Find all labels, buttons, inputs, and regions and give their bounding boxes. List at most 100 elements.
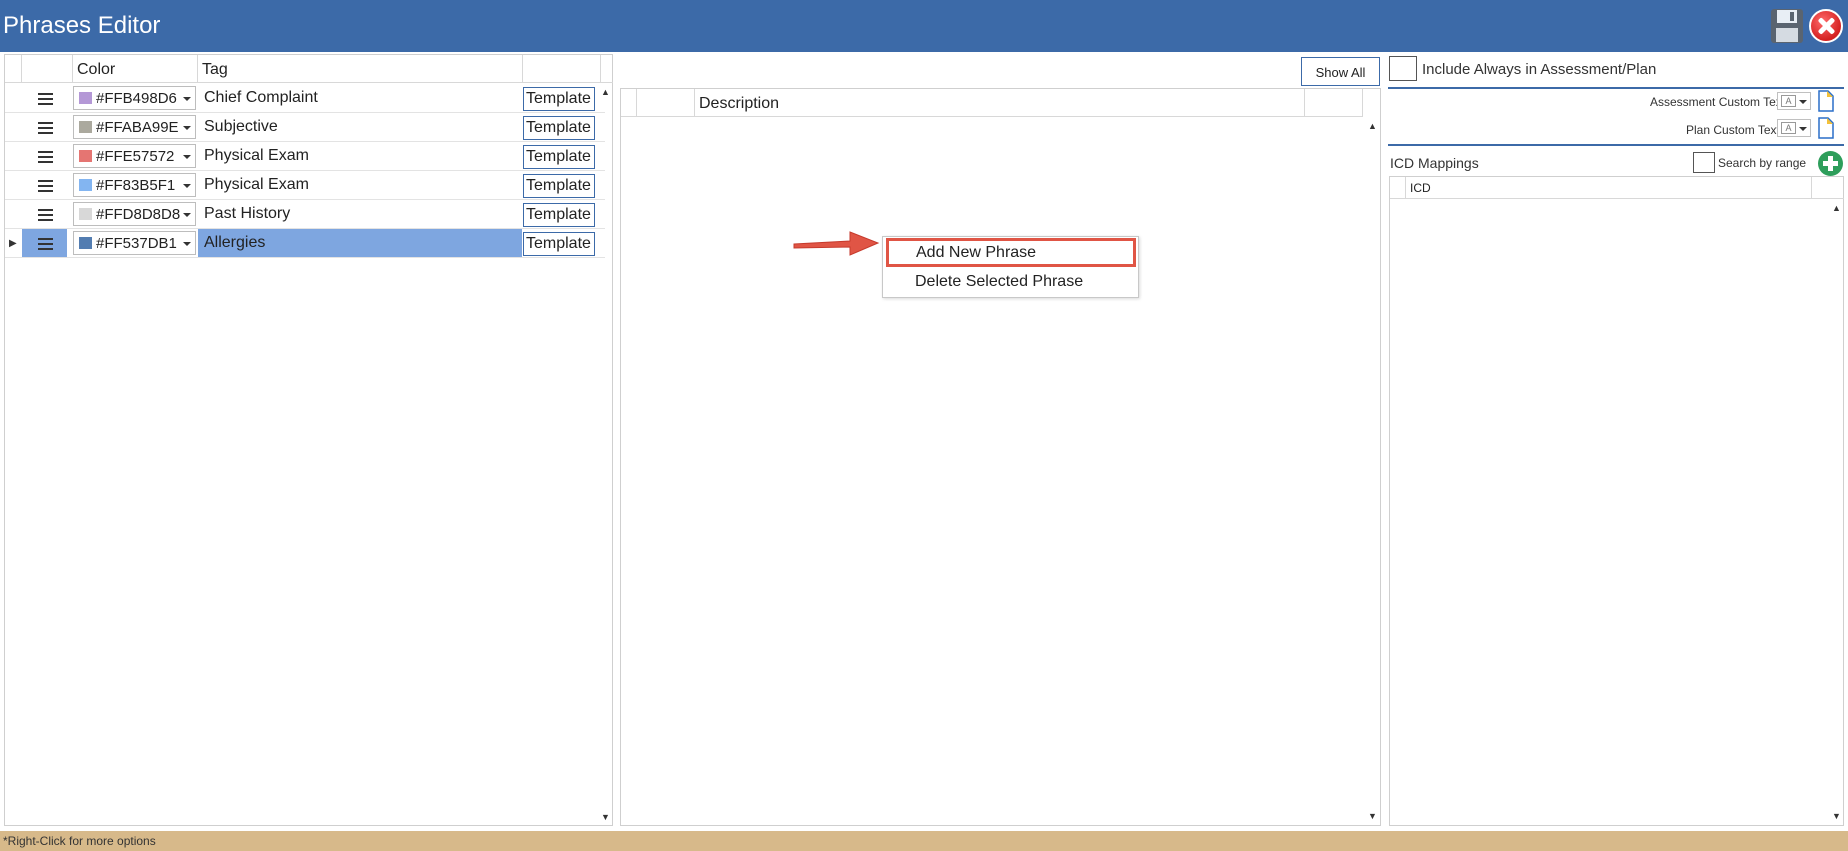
color-swatch <box>79 179 92 191</box>
drag-handle[interactable] <box>22 171 67 199</box>
tag-cell[interactable]: Physical Exam <box>198 142 522 170</box>
table-row[interactable]: #FFD8D8D8 Past History Template <box>5 200 605 229</box>
template-button[interactable]: Template <box>523 87 595 111</box>
scroll-down-icon[interactable]: ▼ <box>1832 811 1841 821</box>
template-button[interactable]: Template <box>523 116 595 140</box>
color-hex: #FFD8D8D8 <box>96 206 181 223</box>
scroll-down-icon[interactable]: ▼ <box>601 812 610 822</box>
tag-cell[interactable]: Chief Complaint <box>198 84 522 112</box>
assessment-custom-dropdown[interactable]: A <box>1777 92 1811 110</box>
color-swatch <box>79 121 92 133</box>
context-menu: Add New Phrase Delete Selected Phrase <box>882 236 1139 298</box>
color-swatch <box>79 237 92 249</box>
icd-column-header[interactable]: ICD <box>1406 177 1812 199</box>
status-bar: *Right-Click for more options <box>0 831 1848 851</box>
description-column-header[interactable]: Description <box>695 89 1305 117</box>
row-indicator-header <box>5 55 22 83</box>
handle-header <box>637 89 695 117</box>
delete-selected-phrase-menu-item[interactable]: Delete Selected Phrase <box>883 268 1138 296</box>
show-all-button[interactable]: Show All <box>1301 57 1380 86</box>
drag-handle[interactable] <box>22 229 67 257</box>
table-row[interactable]: ▶ #FF537DB1 Allergies Template <box>5 229 605 258</box>
color-hex: #FF537DB1 <box>96 235 177 252</box>
tag-cell[interactable]: Past History <box>198 200 522 228</box>
icd-grid: ICD ▲ ▼ <box>1389 176 1844 826</box>
scroll-down-icon[interactable]: ▼ <box>1368 811 1377 821</box>
chevron-down-icon <box>183 242 191 246</box>
plan-custom-dropdown[interactable]: A <box>1777 119 1811 137</box>
hamburger-icon <box>38 151 53 153</box>
close-icon[interactable] <box>1809 9 1843 43</box>
color-picker[interactable]: #FFB498D6 <box>73 86 196 110</box>
hamburger-icon <box>38 238 53 240</box>
chevron-down-icon <box>1799 127 1807 131</box>
chevron-down-icon <box>183 126 191 130</box>
drag-handle[interactable] <box>22 84 67 112</box>
scroll-up-icon[interactable]: ▲ <box>601 87 610 97</box>
template-button[interactable]: Template <box>523 203 595 227</box>
drag-handle[interactable] <box>22 113 67 141</box>
window-title: Phrases Editor <box>3 12 161 39</box>
divider <box>1388 87 1844 89</box>
color-picker[interactable]: #FF83B5F1 <box>73 173 196 197</box>
include-always-label: Include Always in Assessment/Plan <box>1422 61 1657 78</box>
row-indicator-header <box>621 89 637 117</box>
scroll-up-icon[interactable]: ▲ <box>1832 203 1841 213</box>
color-hex: #FFE57572 <box>96 148 175 165</box>
color-column-header[interactable]: Color <box>73 55 198 83</box>
template-column-header <box>523 55 601 83</box>
template-button[interactable]: Template <box>523 232 595 256</box>
scroll-up-icon[interactable]: ▲ <box>1368 121 1377 131</box>
tag-cell[interactable]: Subjective <box>198 113 522 141</box>
scroll-header <box>601 55 613 83</box>
chevron-down-icon <box>183 184 191 188</box>
icd-mappings-label: ICD Mappings <box>1390 155 1479 171</box>
hamburger-icon <box>38 93 53 95</box>
add-icon[interactable] <box>1818 151 1843 176</box>
save-icon[interactable] <box>1770 8 1804 44</box>
chevron-down-icon <box>183 213 191 217</box>
table-row[interactable]: #FF83B5F1 Physical Exam Template <box>5 171 605 200</box>
include-always-checkbox[interactable] <box>1389 56 1417 81</box>
color-picker[interactable]: #FFABA99E <box>73 115 196 139</box>
table-row[interactable]: #FFB498D6 Chief Complaint Template <box>5 84 605 113</box>
color-picker[interactable]: #FFE57572 <box>73 144 196 168</box>
color-picker[interactable]: #FFD8D8D8 <box>73 202 196 226</box>
drag-handle[interactable] <box>22 142 67 170</box>
current-row-icon: ▶ <box>9 238 17 249</box>
callout-arrow-icon <box>793 231 880 256</box>
plan-custom-label: Plan Custom Text: <box>1686 123 1784 137</box>
search-by-range-checkbox[interactable] <box>1693 152 1715 173</box>
title-bar: Phrases Editor <box>0 0 1848 52</box>
row-indicator-header <box>1390 177 1406 199</box>
chevron-down-icon <box>1799 100 1807 104</box>
document-icon[interactable] <box>1818 117 1834 139</box>
color-swatch <box>79 92 92 104</box>
extra-column-header <box>1812 177 1844 199</box>
template-button[interactable]: Template <box>523 174 595 198</box>
table-row[interactable]: #FFE57572 Physical Exam Template <box>5 142 605 171</box>
tag-column-header[interactable]: Tag <box>198 55 523 83</box>
add-new-phrase-menu-item[interactable]: Add New Phrase <box>886 238 1136 267</box>
template-button[interactable]: Template <box>523 145 595 169</box>
extra-column-header <box>1305 89 1363 117</box>
tag-cell[interactable]: Allergies <box>198 229 522 257</box>
table-row[interactable]: #FFABA99E Subjective Template <box>5 113 605 142</box>
divider <box>1388 144 1844 146</box>
tag-cell[interactable]: Physical Exam <box>198 171 522 199</box>
text-icon: A <box>1781 122 1796 134</box>
color-hex: #FFABA99E <box>96 119 179 136</box>
color-picker[interactable]: #FF537DB1 <box>73 231 196 255</box>
hamburger-icon <box>38 209 53 211</box>
chevron-down-icon <box>183 97 191 101</box>
handle-header <box>22 55 73 83</box>
drag-handle[interactable] <box>22 200 67 228</box>
chevron-down-icon <box>183 155 191 159</box>
color-hex: #FFB498D6 <box>96 90 177 107</box>
color-swatch <box>79 150 92 162</box>
hamburger-icon <box>38 180 53 182</box>
search-by-range-label: Search by range <box>1718 156 1807 170</box>
document-icon[interactable] <box>1818 90 1834 112</box>
hamburger-icon <box>38 122 53 124</box>
color-swatch <box>79 208 92 220</box>
